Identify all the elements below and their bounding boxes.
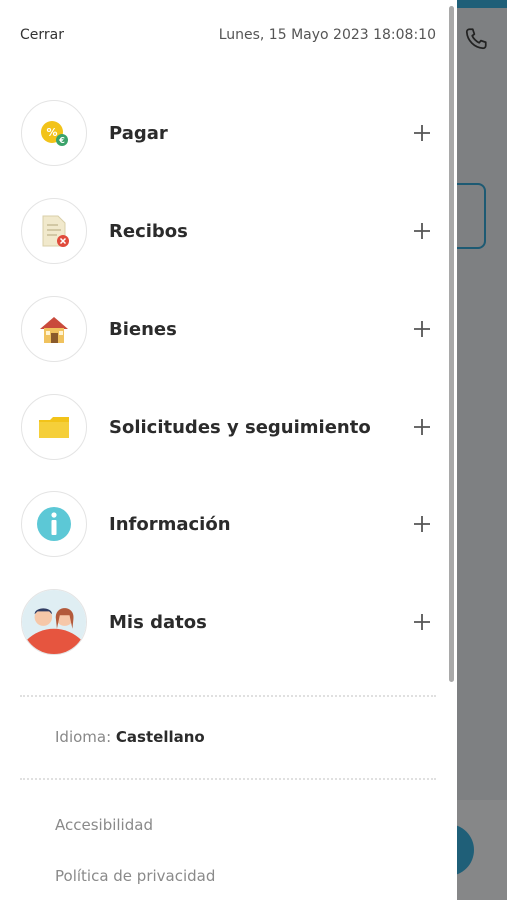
info-icon	[21, 491, 87, 557]
menu-item-recibos[interactable]: Recibos	[0, 194, 445, 268]
menu-item-label: Recibos	[109, 220, 188, 242]
language-selector[interactable]: Idioma: Castellano	[55, 728, 205, 746]
divider	[20, 778, 436, 780]
folder-icon	[21, 394, 87, 460]
receipt-icon	[21, 198, 87, 264]
language-value: Castellano	[115, 728, 205, 746]
expand-plus-icon[interactable]	[412, 123, 432, 143]
pay-coin-icon: % €	[21, 100, 87, 166]
svg-text:%: %	[46, 126, 57, 139]
expand-plus-icon[interactable]	[412, 319, 432, 339]
menu-item-label: Mis datos	[109, 611, 207, 633]
svg-text:€: €	[58, 136, 65, 145]
accessibility-link[interactable]: Accesibilidad	[55, 816, 153, 834]
menu-item-pagar[interactable]: % € Pagar	[0, 96, 445, 170]
expand-plus-icon[interactable]	[412, 612, 432, 632]
people-icon	[21, 589, 87, 655]
menu-item-label: Pagar	[109, 122, 168, 144]
language-label: Idioma:	[55, 728, 116, 746]
expand-plus-icon[interactable]	[412, 417, 432, 437]
expand-plus-icon[interactable]	[412, 514, 432, 534]
privacy-policy-link[interactable]: Política de privacidad	[55, 867, 215, 885]
menu-item-informacion[interactable]: Información	[0, 487, 445, 561]
menu-item-label: Información	[109, 513, 231, 535]
menu-item-mis-datos[interactable]: Mis datos	[0, 585, 445, 659]
current-datetime: Lunes, 15 Mayo 2023 18:08:10	[218, 27, 436, 43]
expand-plus-icon[interactable]	[412, 221, 432, 241]
navigation-drawer: Cerrar Lunes, 15 Mayo 2023 18:08:10 % € …	[0, 0, 457, 900]
background-header-bar	[457, 0, 507, 8]
close-button[interactable]: Cerrar	[20, 27, 64, 43]
house-icon	[21, 296, 87, 362]
menu-item-label: Bienes	[109, 318, 177, 340]
divider	[20, 695, 436, 697]
menu-item-bienes[interactable]: Bienes	[0, 292, 445, 366]
menu-item-label: Solicitudes y seguimiento	[109, 416, 371, 438]
menu-item-solicitudes[interactable]: Solicitudes y seguimiento	[0, 390, 445, 464]
phone-icon[interactable]	[463, 26, 489, 52]
drawer-scrollbar[interactable]	[449, 6, 454, 682]
